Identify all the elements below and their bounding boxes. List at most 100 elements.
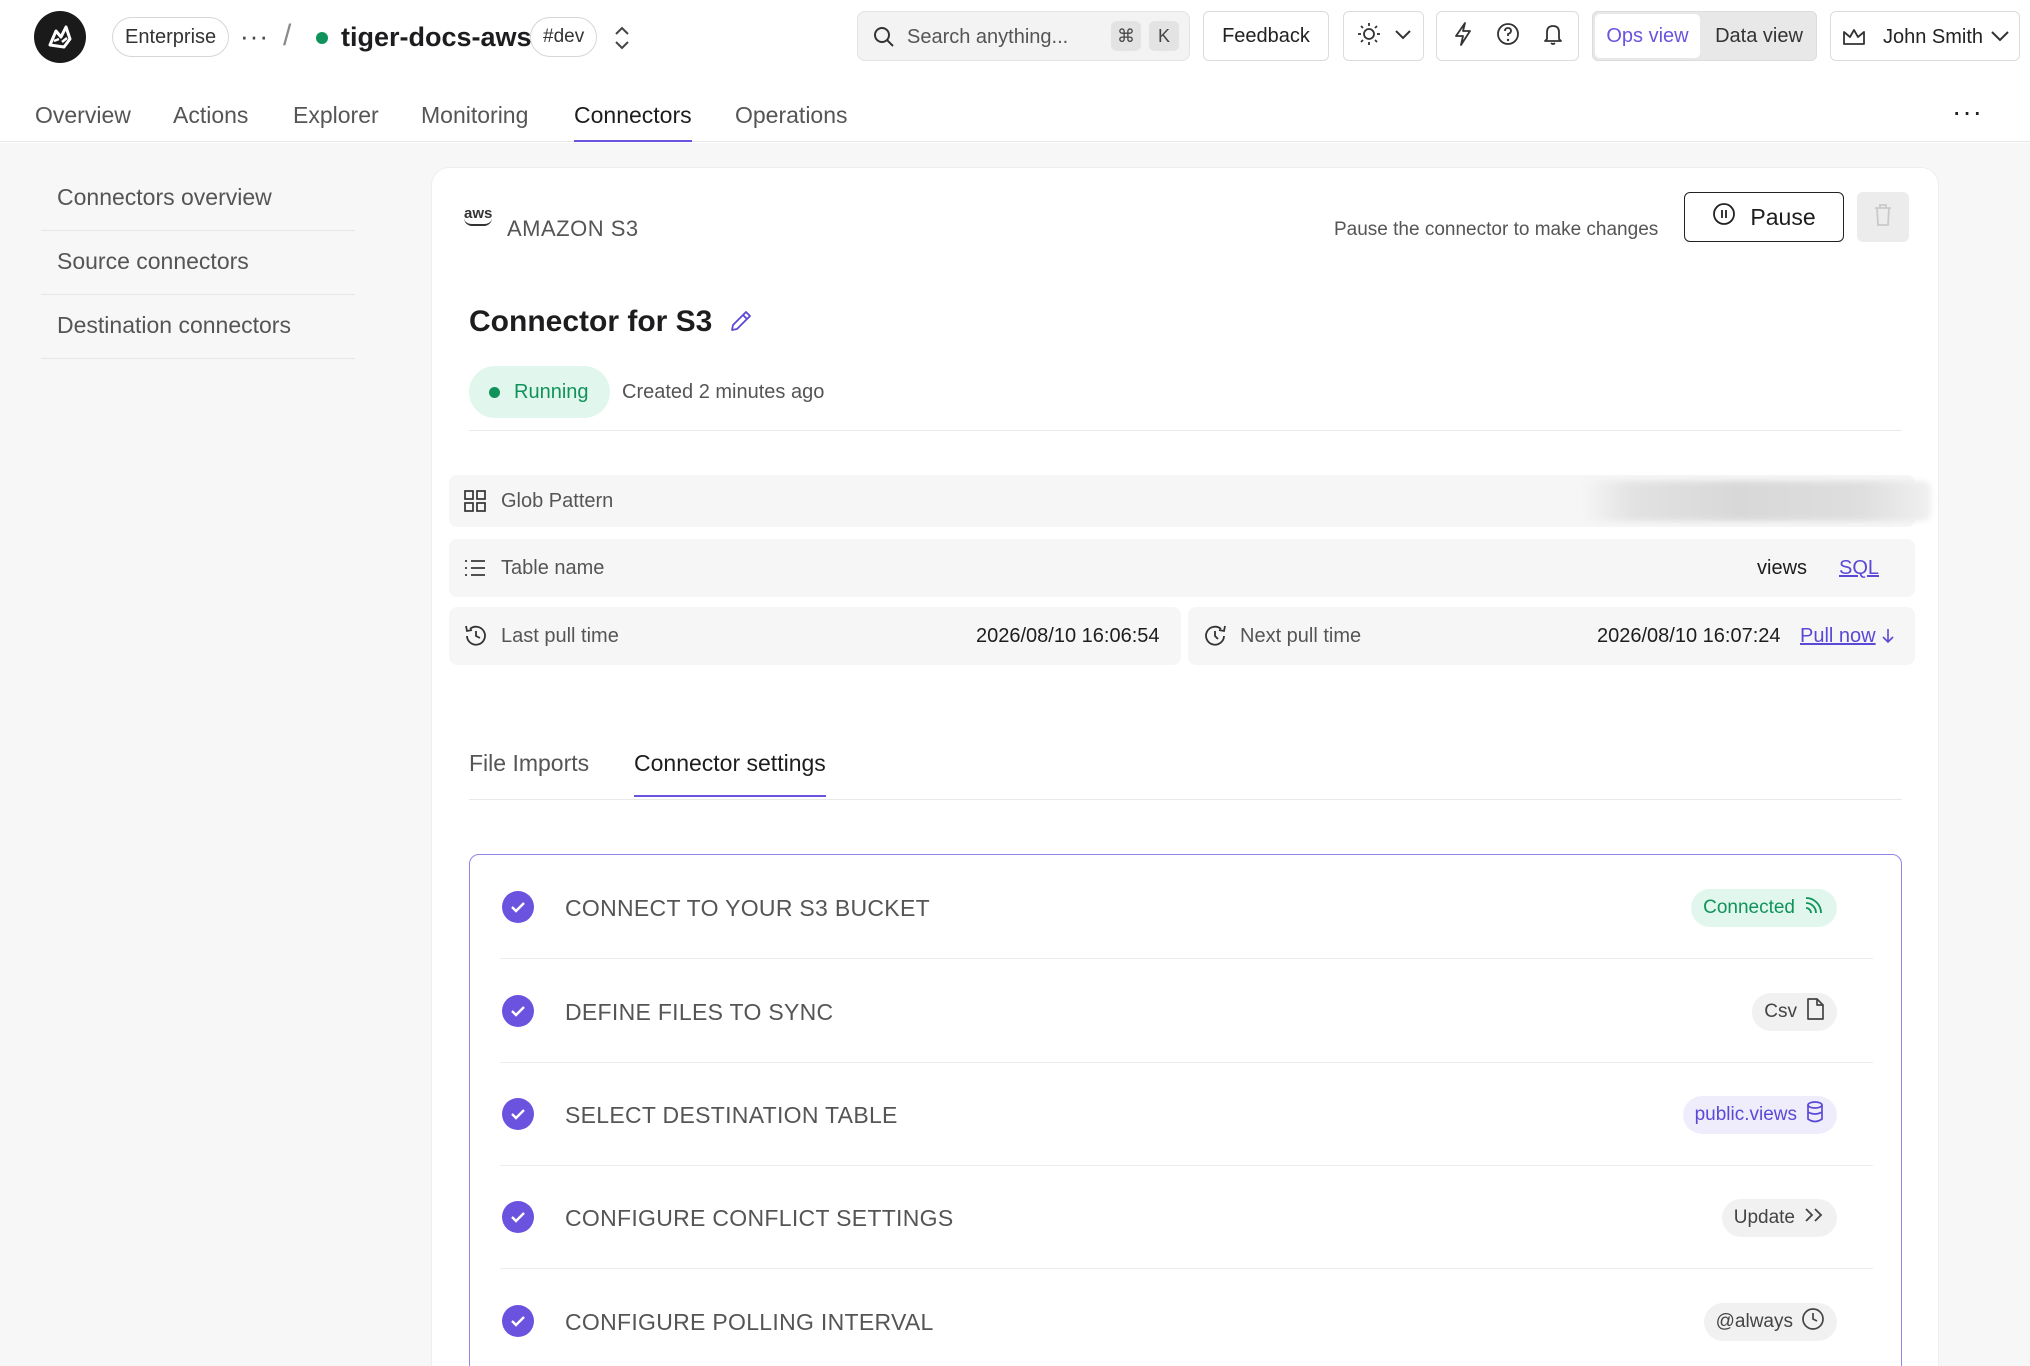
service-status-dot <box>316 32 328 44</box>
content-area: Connectors overview Source connectors De… <box>0 143 2030 1366</box>
glob-pattern-row: Glob Pattern <box>449 475 1931 527</box>
step-status-chip[interactable]: Update <box>1721 1199 1837 1237</box>
sidebar-item-destination-connectors[interactable]: Destination connectors <box>41 295 355 359</box>
aws-logo: aws <box>464 206 492 226</box>
more-options-icon[interactable]: ··· <box>1952 98 1983 126</box>
divider <box>469 430 1902 431</box>
breadcrumb-separator: / <box>283 19 292 52</box>
top-bar: Enterprise ··· / tiger-docs-aws #dev Sea… <box>0 0 2030 74</box>
list-icon <box>463 556 487 585</box>
tab-operations[interactable]: Operations <box>735 100 848 130</box>
chip-label: Csv <box>1764 1001 1797 1022</box>
check-circle-icon <box>502 891 534 923</box>
chip-label: public.views <box>1694 1104 1797 1125</box>
tab-file-imports[interactable]: File Imports <box>469 748 589 778</box>
step-conflict-settings[interactable]: CONFIGURE CONFLICT SETTINGS Update <box>500 1165 1873 1269</box>
step-connect-bucket[interactable]: CONNECT TO YOUR S3 BUCKET Connected <box>500 855 1873 959</box>
next-pull-label: Next pull time <box>1240 625 1362 647</box>
aws-logo-text: aws <box>464 205 493 222</box>
connector-detail-panel: aws AMAZON S3 Pause the connector to mak… <box>431 167 1939 1366</box>
crown-icon <box>1841 25 1867 54</box>
delete-button[interactable] <box>1857 192 1909 242</box>
shortcut-k-key: K <box>1149 21 1179 51</box>
service-name[interactable]: tiger-docs-aws <box>341 20 532 54</box>
table-name-label: Table name <box>501 557 605 579</box>
step-status-chip[interactable]: public.views <box>1682 1096 1837 1134</box>
next-pull-value: 2026/08/10 16:07:24 <box>1597 625 1781 647</box>
edit-pencil-icon[interactable] <box>728 308 754 339</box>
feedback-button[interactable]: Feedback <box>1203 11 1329 61</box>
tab-overview[interactable]: Overview <box>35 100 131 130</box>
step-status-chip[interactable]: @always <box>1703 1303 1837 1341</box>
clock-icon <box>1801 1307 1825 1337</box>
tab-monitoring[interactable]: Monitoring <box>421 100 528 130</box>
help-icon[interactable] <box>1495 21 1521 52</box>
step-label: SELECT DESTINATION TABLE <box>565 1102 898 1128</box>
created-time: Created 2 minutes ago <box>622 381 825 403</box>
last-pull-value: 2026/08/10 16:06:54 <box>976 625 1160 647</box>
tab-explorer[interactable]: Explorer <box>293 100 379 130</box>
step-label: CONFIGURE CONFLICT SETTINGS <box>565 1205 954 1231</box>
double-chevron-right-icon <box>1803 1205 1825 1231</box>
last-pull-row: Last pull time 2026/08/10 16:06:54 <box>449 607 1181 665</box>
status-dot <box>489 387 500 398</box>
step-label: DEFINE FILES TO SYNC <box>565 999 834 1025</box>
step-select-destination[interactable]: SELECT DESTINATION TABLE public.views <box>500 1062 1873 1166</box>
lightning-icon[interactable] <box>1451 21 1475 52</box>
ops-view-button[interactable]: Ops view <box>1595 14 1700 58</box>
main-nav: Overview Actions Explorer Monitoring Con… <box>0 74 2030 142</box>
connector-title: Connector for S3 <box>469 305 713 338</box>
service-switcher-icon[interactable] <box>612 22 632 54</box>
sql-link[interactable]: SQL <box>1839 556 1879 580</box>
schedule-icon <box>1202 623 1228 654</box>
table-name-value: views <box>1757 557 1808 579</box>
theme-toggle-button[interactable] <box>1343 11 1424 61</box>
step-label: CONFIGURE POLLING INTERVAL <box>565 1309 934 1335</box>
plan-badge[interactable]: Enterprise <box>112 17 230 57</box>
connectors-sidebar: Connectors overview Source connectors De… <box>41 167 355 359</box>
source-type-label: AMAZON S3 <box>507 216 639 241</box>
search-placeholder: Search anything... <box>907 26 1069 48</box>
tab-connectors[interactable]: Connectors <box>574 100 692 142</box>
pause-label: Pause <box>1750 203 1816 230</box>
bell-icon[interactable] <box>1541 21 1565 52</box>
step-status-chip[interactable]: Csv <box>1752 993 1837 1031</box>
tiger-logo[interactable] <box>34 11 86 63</box>
chip-label: Update <box>1733 1207 1795 1228</box>
arrow-down-icon[interactable] <box>1880 626 1896 651</box>
sidebar-item-connectors-overview[interactable]: Connectors overview <box>41 167 355 231</box>
glob-pattern-value-redacted <box>1581 481 1931 521</box>
tab-actions[interactable]: Actions <box>173 100 248 130</box>
data-view-button[interactable]: Data view <box>1705 14 1813 58</box>
chevron-down-icon <box>1990 29 2010 48</box>
status-text: Running <box>514 381 589 403</box>
user-menu-button[interactable]: John Smith <box>1830 11 2020 61</box>
last-pull-label: Last pull time <box>501 625 619 647</box>
search-input[interactable]: Search anything... ⌘ K <box>857 11 1190 61</box>
connector-settings-steps: CONNECT TO YOUR S3 BUCKET Connected DEFI… <box>469 854 1902 1366</box>
tab-connector-settings[interactable]: Connector settings <box>634 748 826 797</box>
history-icon <box>463 623 489 654</box>
grid-icon <box>463 489 487 518</box>
step-polling-interval[interactable]: CONFIGURE POLLING INTERVAL @always <box>500 1269 1873 1366</box>
step-status-chip[interactable]: Connected <box>1691 889 1837 927</box>
step-define-files[interactable]: DEFINE FILES TO SYNC Csv <box>500 959 1873 1063</box>
pull-now-link[interactable]: Pull now <box>1800 624 1876 648</box>
pause-button[interactable]: Pause <box>1684 192 1844 242</box>
pause-note: Pause the connector to make changes <box>1334 219 1659 240</box>
sidebar-item-source-connectors[interactable]: Source connectors <box>41 231 355 295</box>
check-circle-icon <box>502 1098 534 1130</box>
status-badge: Running <box>469 366 610 418</box>
next-pull-row: Next pull time 2026/08/10 16:07:24 Pull … <box>1188 607 1915 665</box>
chevron-down-icon <box>1394 27 1412 45</box>
pause-icon <box>1712 202 1736 232</box>
trash-icon <box>1872 202 1894 233</box>
connector-subtabs: File Imports Connector settings <box>469 748 1902 800</box>
sun-icon <box>1356 21 1382 52</box>
shortcut-cmd-key: ⌘ <box>1111 21 1141 51</box>
step-label: CONNECT TO YOUR S3 BUCKET <box>565 895 930 921</box>
chip-label: Connected <box>1703 897 1795 918</box>
chip-label: @always <box>1715 1311 1793 1332</box>
environment-badge[interactable]: #dev <box>530 17 598 57</box>
more-breadcrumbs-icon[interactable]: ··· <box>240 18 269 54</box>
